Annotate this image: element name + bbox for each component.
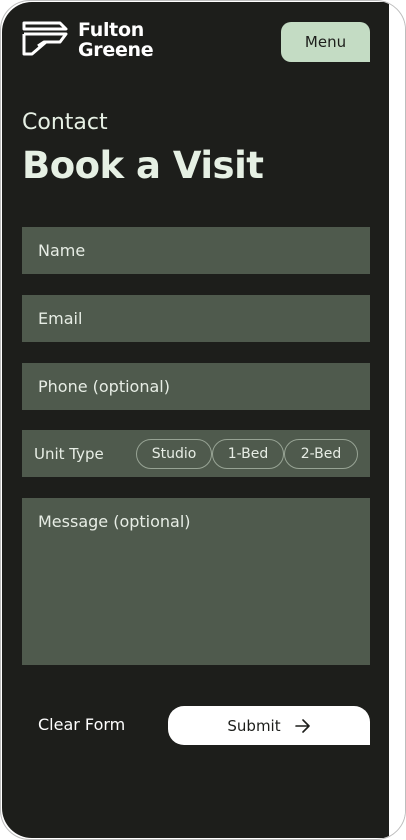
- submit-label: Submit: [227, 716, 281, 735]
- brand-logo[interactable]: Fulton Greene: [22, 19, 154, 61]
- scrollbar[interactable]: [389, 2, 405, 838]
- unit-type-label: Unit Type: [34, 444, 104, 463]
- unit-type-selector: Unit Type Studio 1-Bed 2-Bed: [22, 430, 370, 477]
- brand-line-1: Fulton: [78, 19, 144, 41]
- name-input[interactable]: [22, 227, 370, 274]
- message-textarea[interactable]: [22, 498, 370, 665]
- page-title: Book a Visit: [22, 144, 264, 187]
- brand-line-2: Greene: [78, 39, 154, 61]
- unit-option-1-bed[interactable]: 1-Bed: [212, 438, 284, 469]
- brand-name: Fulton Greene: [78, 19, 154, 61]
- phone-input[interactable]: [22, 363, 370, 410]
- unit-option-studio[interactable]: Studio: [136, 438, 212, 469]
- email-input[interactable]: [22, 295, 370, 342]
- arrow-right-icon: [294, 718, 310, 733]
- section-kicker: Contact: [22, 110, 108, 135]
- menu-button[interactable]: Menu: [281, 22, 370, 62]
- unit-option-2-bed[interactable]: 2-Bed: [284, 438, 358, 469]
- clear-form-button[interactable]: Clear Form: [38, 715, 125, 734]
- fulton-greene-logo-icon: [22, 21, 68, 56]
- submit-button[interactable]: Submit: [168, 706, 370, 745]
- phone-frame: Fulton Greene Menu Contact Book a Visit …: [0, 0, 406, 840]
- screen: Fulton Greene Menu Contact Book a Visit …: [2, 2, 389, 838]
